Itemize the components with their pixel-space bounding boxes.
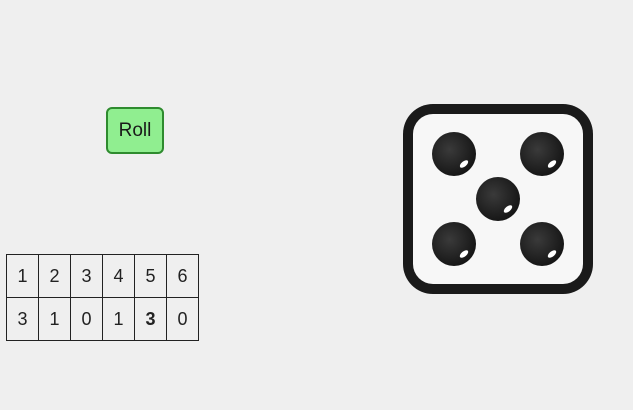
face-cell-3: 3 (70, 254, 103, 298)
face-cell-5: 5 (134, 254, 167, 298)
count-cell-6: 0 (166, 297, 199, 341)
count-cell-1: 3 (6, 297, 39, 341)
die-pip (476, 177, 520, 221)
face-cell-1: 1 (6, 254, 39, 298)
die-pip (520, 132, 564, 176)
die-pip (432, 222, 476, 266)
counts-row: 3 1 0 1 3 0 (6, 297, 199, 341)
roll-button[interactable]: Roll (106, 107, 164, 154)
count-cell-3: 0 (70, 297, 103, 341)
roll-count-table: 1 2 3 4 5 6 3 1 0 1 3 0 (6, 254, 199, 341)
count-cell-4: 1 (102, 297, 135, 341)
count-cell-5: 3 (134, 297, 167, 341)
die-pip (520, 222, 564, 266)
face-cell-6: 6 (166, 254, 199, 298)
count-cell-2: 1 (38, 297, 71, 341)
dice-app: Roll 1 2 3 4 5 6 3 1 0 1 3 0 (0, 0, 633, 410)
faces-row: 1 2 3 4 5 6 (6, 254, 199, 298)
face-cell-4: 4 (102, 254, 135, 298)
face-cell-2: 2 (38, 254, 71, 298)
die-face (403, 104, 593, 294)
die-pip (432, 132, 476, 176)
